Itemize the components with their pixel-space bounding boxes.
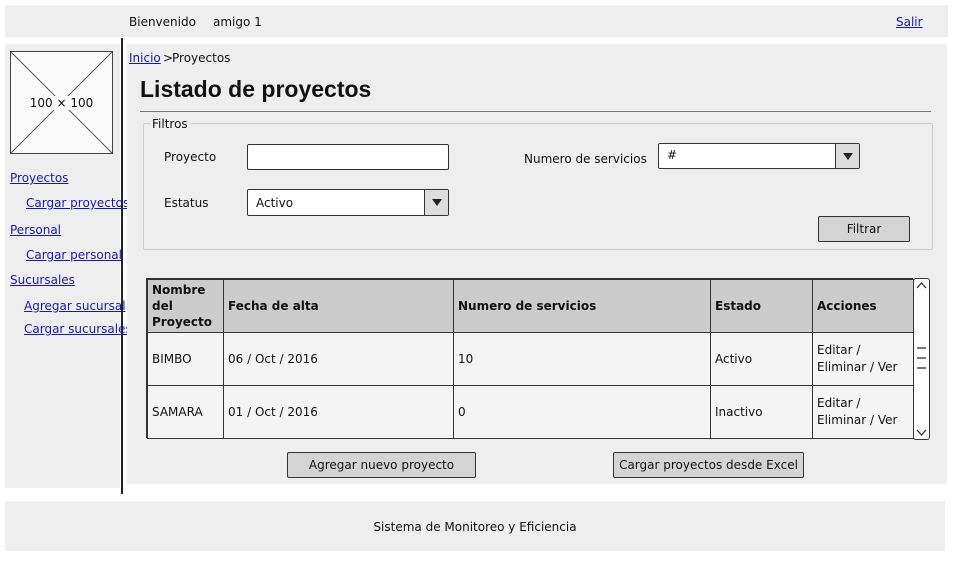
cell-fecha: 06 / Oct / 2016 [223, 332, 454, 386]
estatus-select-value: Activo [256, 196, 294, 210]
table-row[interactable]: SAMARA 01 / Oct / 2016 0 Inactivo Editar… [147, 385, 915, 439]
chevron-down-icon[interactable] [424, 190, 448, 215]
cell-estado: Activo [710, 332, 813, 386]
column-header-acciones: Acciones [812, 279, 915, 333]
chevron-down-icon[interactable] [916, 429, 927, 436]
add-project-button[interactable]: Agregar nuevo proyecto [287, 452, 476, 478]
sidebar-item-sucursales[interactable]: Sucursales [10, 273, 75, 287]
footer-text: Sistema de Monitoreo y Eficiencia [373, 520, 577, 534]
cell-servicios: 0 [453, 385, 711, 439]
cell-nombre: SAMARA [147, 385, 224, 439]
breadcrumb-current: Proyectos [172, 51, 231, 65]
estatus-label: Estatus [164, 196, 209, 210]
chevron-down-icon[interactable] [835, 144, 859, 168]
table-scrollbar[interactable] [913, 278, 930, 440]
column-header-servicios: Numero de servicios [453, 279, 711, 333]
estatus-select[interactable]: Activo [247, 189, 449, 216]
load-excel-button[interactable]: Cargar proyectos desde Excel [613, 452, 804, 478]
cell-estado: Inactivo [710, 385, 813, 439]
sidebar-item-cargar-personal[interactable]: Cargar personal [26, 248, 122, 262]
column-header-fecha: Fecha de alta [223, 279, 454, 333]
sidebar-item-agregar-sucursal[interactable]: Agregar sucursal [24, 299, 126, 313]
sidebar-divider [121, 38, 123, 494]
servicios-label: Numero de servicios [524, 152, 647, 166]
user-name: amigo 1 [213, 15, 262, 29]
cell-servicios: 10 [453, 332, 711, 386]
cell-nombre: BIMBO [147, 332, 224, 386]
sidebar-item-cargar-sucursales[interactable]: Cargar sucursales [24, 322, 132, 336]
grip-icon[interactable] [917, 347, 926, 369]
table-row[interactable]: BIMBO 06 / Oct / 2016 10 Activo Editar /… [147, 332, 915, 386]
column-header-nombre: Nombre del Proyecto [147, 279, 224, 333]
logo-size-label: 100 × 100 [27, 96, 96, 110]
servicios-select[interactable]: # [658, 143, 860, 169]
title-divider [140, 111, 931, 112]
sidebar-item-proyectos[interactable]: Proyectos [10, 171, 68, 185]
welcome-text: Bienvenido [129, 15, 196, 29]
projects-table: Nombre del Proyecto Fecha de alta Numero… [146, 278, 915, 439]
chevron-up-icon[interactable] [916, 282, 927, 289]
sidebar-item-cargar-proyectos[interactable]: Cargar proyectos [26, 196, 129, 210]
sidebar-item-personal[interactable]: Personal [10, 223, 61, 237]
table-header-row: Nombre del Proyecto Fecha de alta Numero… [147, 279, 915, 333]
cell-acciones[interactable]: Editar / Eliminar / Ver [812, 332, 915, 386]
column-header-estado: Estado [710, 279, 813, 333]
logout-link[interactable]: Salir [896, 15, 923, 29]
proyecto-input[interactable] [247, 144, 449, 170]
filters-legend: Filtros [150, 117, 190, 131]
cell-fecha: 01 / Oct / 2016 [223, 385, 454, 439]
proyecto-label: Proyecto [164, 150, 217, 164]
breadcrumb-home-link[interactable]: Inicio [129, 51, 161, 65]
filter-button[interactable]: Filtrar [818, 216, 910, 242]
page-title: Listado de proyectos [140, 76, 372, 102]
servicios-select-value: # [667, 148, 678, 162]
logo-placeholder: 100 × 100 [10, 51, 113, 154]
cell-acciones[interactable]: Editar / Eliminar / Ver [812, 385, 915, 439]
